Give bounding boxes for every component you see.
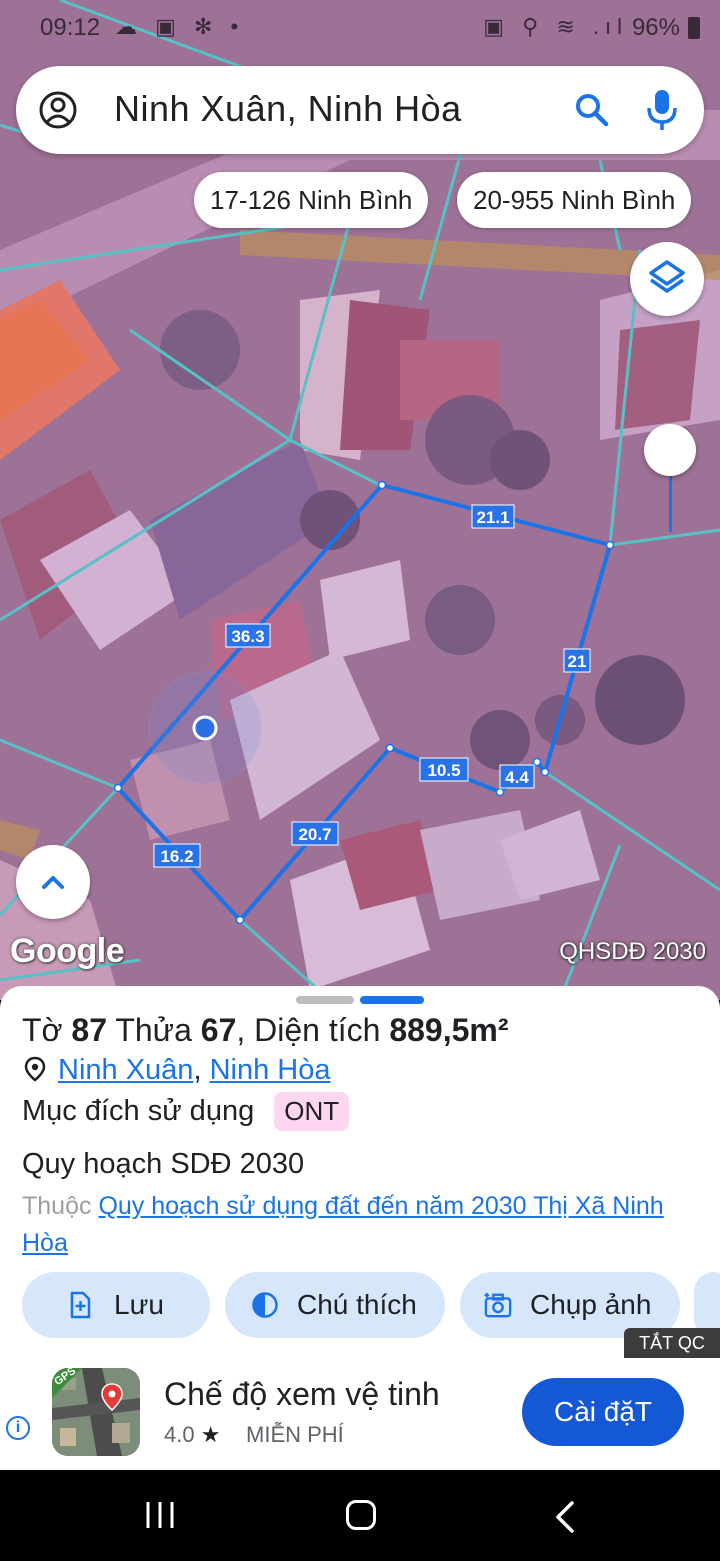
- action-buttons: Lưu Chú thích Chụp ảnh: [22, 1272, 720, 1338]
- ad-app-name[interactable]: Chế độ xem vệ tinh: [164, 1376, 440, 1413]
- star-icon: ★: [200, 1422, 221, 1447]
- edge-label: 20.7: [298, 825, 331, 844]
- location-pin-icon: [24, 1056, 46, 1082]
- notification-icons: ☁ ▣ ✻ •: [115, 14, 245, 39]
- expand-button[interactable]: [16, 845, 90, 919]
- ad-info-icon[interactable]: i: [6, 1416, 30, 1440]
- rating-value: 4.0: [164, 1422, 195, 1447]
- legend-label: Chú thích: [297, 1289, 417, 1320]
- sheet-handle[interactable]: [296, 996, 354, 1004]
- suggestion-chip[interactable]: 17-126 Ninh Bình: [194, 172, 429, 228]
- save-label: Lưu: [114, 1289, 164, 1320]
- parcel-location: Ninh Xuân, Ninh Hòa: [22, 1054, 330, 1087]
- legend-button[interactable]: Chú thích: [225, 1272, 445, 1338]
- chevron-up-icon: [42, 876, 64, 889]
- search-bar[interactable]: Ninh Xuân, Ninh Hòa: [16, 66, 704, 154]
- sheet-number: 87: [71, 1012, 108, 1048]
- mic-icon[interactable]: [644, 88, 680, 132]
- belongs-prefix: Thuộc: [22, 1192, 92, 1220]
- edge-label: 21: [568, 652, 587, 671]
- ad-banner[interactable]: i GPS Chế độ xem vệ tinh 4.0 ★ MIỄN PHÍ …: [0, 1358, 720, 1470]
- system-nav-bar: [0, 1470, 720, 1561]
- search-query[interactable]: Ninh Xuân, Ninh Hòa: [114, 88, 462, 130]
- account-icon[interactable]: [38, 90, 78, 130]
- purpose-label: Mục đích sử dụng: [22, 1095, 255, 1127]
- map-view[interactable]: 21.1 21 36.3 10.5 4.4 20.7 16.2 09:12 ☁ …: [0, 0, 720, 1000]
- edge-label: 16.2: [160, 847, 193, 866]
- parcel-title: Tờ 87 Thửa 67, Diện tích 889,5m²: [22, 1012, 509, 1049]
- contrast-icon: [252, 1292, 278, 1318]
- edge-label: 36.3: [231, 627, 264, 646]
- suggestion-chip[interactable]: 20-955 Ninh Bình: [457, 172, 692, 228]
- sheet-label-to: Tờ: [22, 1012, 63, 1048]
- home-icon[interactable]: [346, 1500, 376, 1530]
- location-separator: ,: [193, 1054, 202, 1086]
- parcel-label: Thửa: [115, 1012, 192, 1048]
- layers-icon: [649, 260, 685, 293]
- location-link-commune[interactable]: Ninh Xuân: [58, 1054, 193, 1086]
- area-label: , Diện tích: [236, 1012, 381, 1048]
- battery-icon: [688, 17, 700, 39]
- opacity-slider-track: [669, 476, 672, 532]
- area-value: 889,5m²: [389, 1012, 509, 1048]
- save-button[interactable]: Lưu: [22, 1272, 210, 1338]
- battery-percent: 96%: [631, 14, 680, 41]
- camera-icon: [484, 1292, 512, 1318]
- plan-source: Thuộc Quy hoạch sử dụng đất đến năm 2030…: [22, 1188, 682, 1262]
- system-icons: ▣ ⚲ ≋ .ıl: [483, 14, 628, 39]
- sheet-handle-active[interactable]: [360, 996, 424, 1004]
- back-icon[interactable]: [552, 1500, 578, 1534]
- gps-app-icon: GPS: [52, 1368, 140, 1456]
- current-location-dot: [192, 715, 218, 741]
- status-time: 09:12: [40, 14, 101, 41]
- google-logo: Google: [10, 932, 125, 970]
- ad-rating: 4.0 ★: [164, 1422, 220, 1448]
- opacity-slider-handle[interactable]: [644, 424, 696, 476]
- edge-label: 10.5: [427, 761, 460, 780]
- parcel-number: 67: [200, 1012, 237, 1048]
- ad-app-icon[interactable]: GPS: [52, 1368, 140, 1456]
- status-bar: 09:12 ☁ ▣ ✻ • ▣ ⚲ ≋ .ıl 96%: [0, 0, 720, 56]
- land-use-purpose: Mục đích sử dụng ONT: [22, 1092, 350, 1131]
- edge-label: 4.4: [505, 768, 529, 787]
- ad-price: MIỄN PHÍ: [246, 1422, 344, 1447]
- plan-source-link[interactable]: Quy hoạch sử dụng đất đến năm 2030 Thị X…: [22, 1192, 664, 1257]
- plan-title: Quy hoạch SDĐ 2030: [22, 1148, 305, 1180]
- recent-apps-icon[interactable]: [144, 1500, 176, 1530]
- edge-label: 21.1: [476, 508, 509, 527]
- land-use-code-badge: ONT: [274, 1092, 350, 1131]
- parcel-info-sheet[interactable]: Tờ 87 Thửa 67, Diện tích 889,5m² Ninh Xu…: [0, 986, 720, 1358]
- close-ad-button[interactable]: TẮT QC: [624, 1328, 720, 1358]
- add-bookmark-icon: [70, 1291, 91, 1319]
- location-link-town[interactable]: Ninh Hòa: [210, 1054, 331, 1086]
- layers-button[interactable]: [630, 242, 704, 316]
- search-icon[interactable]: [574, 92, 610, 128]
- plan-layer-label: QHSDĐ 2030: [559, 938, 706, 965]
- install-button[interactable]: Cài đặT: [522, 1378, 684, 1446]
